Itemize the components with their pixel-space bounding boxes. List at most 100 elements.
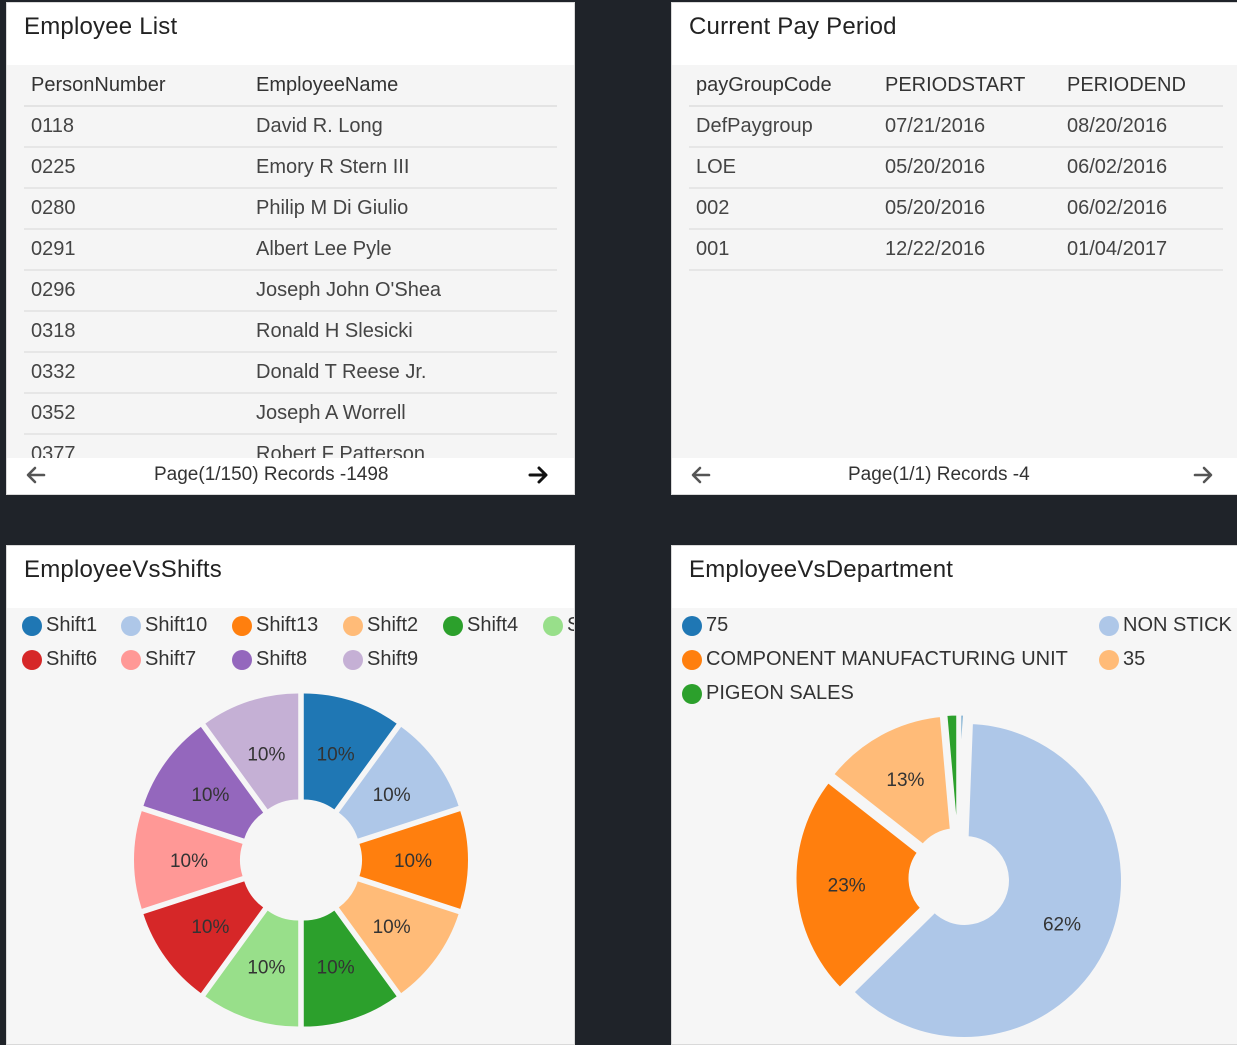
employee-vs-shifts-chart: 10% 10% 10% 10% 10% 10% 10% 10% 10% 10% Shift1 Shif… [7,608,574,1044]
employee-grid: PersonNumber EmployeeName 0118 David R. L… [7,65,574,458]
cell-employee-name: Emory R Stern III [249,147,557,189]
pie-chart: 62% 23% 13% [791,710,1126,1042]
legend-item[interactable]: NON STICK [1099,614,1232,637]
slice-label: 10% [373,785,411,806]
cell-period-end: 08/20/2016 [1060,106,1223,148]
table-row[interactable]: 001 12/22/2016 01/04/2017 [689,229,1223,271]
legend-swatch-icon [682,615,702,636]
previous-page-arrow-icon[interactable] [24,463,48,487]
next-page-arrow-icon[interactable] [526,463,550,487]
legend-label: 75 [706,614,729,636]
table-row[interactable]: 0332 Donald T Reese Jr. [24,352,557,394]
legend-swatch-icon [443,615,463,636]
legend-item[interactable]: Shift6 [22,648,97,671]
legend-item[interactable]: Shift7 [121,648,196,671]
employee-vs-department-chart: 62% 23% 13% 75 NON STICK COMPONENT MANUFACTUR… [672,608,1237,1044]
table-row[interactable]: 0291 Albert Lee Pyle [24,229,557,271]
cell-paygroup-code: LOE [689,147,878,189]
legend-item[interactable]: Shift13 [232,614,318,637]
table-row[interactable]: 0377 Robert F Patterson [24,434,557,458]
legend-label: COMPONENT MANUFACTURING UNIT [706,648,1068,670]
table-row[interactable]: 0118 David R. Long [24,106,557,148]
legend-label: 35 [1123,648,1146,670]
table-header-row: PersonNumber EmployeeName [24,65,557,107]
cell-person-number: 0377 [24,434,249,458]
slice-label: 23% [828,875,866,896]
legend-swatch-icon [232,615,252,636]
cell-employee-name: David R. Long [249,106,557,148]
cell-person-number: 0291 [24,229,249,271]
legend-label: Shift2 [367,614,419,636]
legend-label: S [567,614,574,637]
slice-label: 13% [886,770,924,791]
legend-item[interactable]: 75 [682,614,728,637]
table-header-row: payGroupCode PERIODSTART PERIODEND [689,65,1223,107]
legend-label: Shift13 [256,614,319,636]
legend-item[interactable]: Shift10 [121,614,207,637]
legend-swatch-icon [121,649,141,670]
legend-swatch-icon [343,649,363,670]
table-row[interactable]: 0280 Philip M Di Giulio [24,188,557,230]
pay-period-table: payGroupCode PERIODSTART PERIODEND DefPa… [689,65,1223,271]
cell-period-end: 06/02/2016 [1060,188,1223,230]
cell-employee-name: Robert F Patterson [249,434,557,458]
cell-period-end: 06/02/2016 [1060,147,1223,189]
employee-vs-shifts-panel: EmployeeVsShifts 10% 10% 10% 10% 10% 10% 10% 10… [6,545,575,1045]
employee-pager: Page(1/150) Records -1498 [7,458,574,494]
table-row[interactable]: LOE 05/20/2016 06/02/2016 [689,147,1223,189]
legend-label: Shift4 [467,614,519,636]
column-header-periodstart[interactable]: PERIODSTART [878,65,1060,107]
cell-employee-name: Donald T Reese Jr. [249,352,557,394]
legend-swatch-icon [682,649,702,670]
column-header-employeename[interactable]: EmployeeName [249,65,557,107]
column-header-paygroupcode[interactable]: payGroupCode [689,65,878,107]
cell-employee-name: Albert Lee Pyle [249,229,557,271]
legend-label: Shift8 [256,648,308,670]
legend-item[interactable]: S [543,614,574,637]
legend-item[interactable]: Shift8 [232,648,307,671]
cell-period-start: 05/20/2016 [878,188,1060,230]
cell-employee-name: Philip M Di Giulio [249,188,557,230]
legend-label: Shift10 [145,614,208,636]
cell-person-number: 0318 [24,311,249,353]
legend-swatch-icon [1099,615,1119,636]
cell-period-start: 07/21/2016 [878,106,1060,148]
legend-label: PIGEON SALES [706,682,854,704]
pay-period-pager-info: Page(1/1) Records -4 [848,464,1030,485]
cell-person-number: 0118 [24,106,249,148]
employee-vs-department-panel: EmployeeVsDepartment 62% 23% 13% 75 NON STIC… [671,545,1237,1045]
table-row[interactable]: 002 05/20/2016 06/02/2016 [689,188,1223,230]
cell-person-number: 0225 [24,147,249,189]
legend-item[interactable]: Shift9 [343,648,418,671]
employee-vs-shifts-title: EmployeeVsShifts [24,556,222,583]
cell-paygroup-code: 001 [689,229,878,271]
pie-chart: 10% 10% 10% 10% 10% 10% 10% 10% 10% 10% [134,693,469,1027]
table-row[interactable]: 0296 Joseph John O'Shea [24,270,557,312]
legend-item[interactable]: Shift1 [22,614,97,637]
next-page-arrow-icon[interactable] [1191,463,1215,487]
table-row[interactable]: 0318 Ronald H Slesicki [24,311,557,353]
pay-period-pager: Page(1/1) Records -4 [672,458,1237,494]
employee-pager-info: Page(1/150) Records -1498 [154,464,389,485]
cell-period-end: 01/04/2017 [1060,229,1223,271]
previous-page-arrow-icon[interactable] [689,463,713,487]
legend-item[interactable]: COMPONENT MANUFACTURING UNIT [682,648,1068,671]
cell-employee-name: Ronald H Slesicki [249,311,557,353]
pay-period-panel: Current Pay Period payGroupCode PERIODST… [671,2,1237,495]
legend-label: Shift6 [46,648,98,670]
legend-label: Shift1 [46,614,98,636]
table-row[interactable]: DefPaygroup 07/21/2016 08/20/2016 [689,106,1223,148]
cell-employee-name: Joseph A Worrell [249,393,557,435]
legend-item[interactable]: Shift4 [443,614,518,637]
legend-swatch-icon [682,683,702,704]
slice-label: 10% [394,851,432,872]
column-header-periodend[interactable]: PERIODEND [1060,65,1223,107]
table-row[interactable]: 0225 Emory R Stern III [24,147,557,189]
legend-swatch-icon [343,615,363,636]
column-header-personnumber[interactable]: PersonNumber [24,65,249,107]
legend-item[interactable]: Shift2 [343,614,418,637]
table-row[interactable]: 0352 Joseph A Worrell [24,393,557,435]
legend-item[interactable]: 35 [1099,648,1145,671]
legend-swatch-icon [121,615,141,636]
legend-item[interactable]: PIGEON SALES [682,682,854,705]
